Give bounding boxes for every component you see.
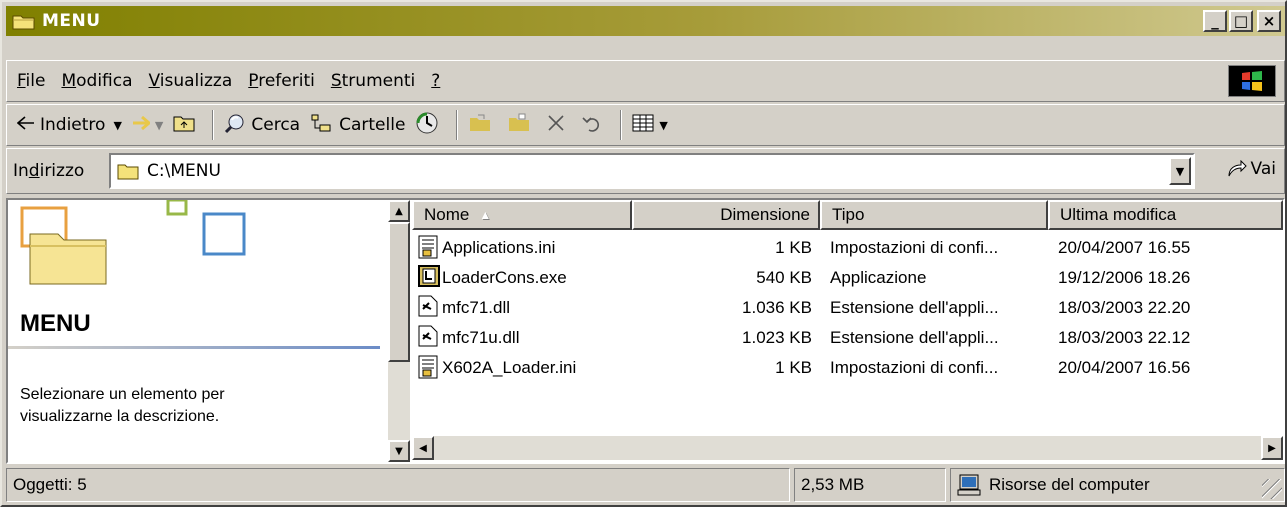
back-arrow-icon — [16, 115, 35, 135]
chevron-down-icon: ▼ — [659, 118, 668, 132]
resize-grip[interactable] — [1262, 479, 1282, 499]
menu-preferiti[interactable]: Preferiti — [248, 71, 315, 91]
pane-description: Selezionare un elemento per visualizzarn… — [20, 386, 225, 425]
column-header-modified[interactable]: Ultima modifica — [1048, 200, 1283, 230]
column-header-name[interactable]: Nome ▲ — [412, 200, 632, 230]
copy-to-button[interactable] — [507, 113, 536, 138]
scroll-left-button[interactable]: ◀ — [412, 436, 434, 460]
toolbar: Indietro ▼ ▼ Cerca Cartelle ▼ — [6, 104, 1285, 146]
file-list: Nome ▲ Dimensione Tipo Ultima modifica A… — [412, 200, 1283, 462]
chevron-down-icon: ▼ — [113, 118, 122, 132]
folder-banner-graphic — [20, 200, 246, 285]
file-row[interactable]: Applications.ini 1 KB Impostazioni di co… — [412, 234, 1283, 264]
dll-file-icon — [418, 295, 438, 319]
horizontal-scrollbar[interactable]: ◀ ▶ — [412, 436, 1283, 460]
menu-help[interactable]: ? — [431, 71, 440, 91]
go-arrow-icon — [1227, 160, 1247, 178]
undo-button[interactable] — [581, 114, 608, 137]
go-button[interactable]: Vai — [1227, 159, 1276, 179]
status-object-count: Oggetti: 5 — [6, 468, 790, 502]
up-folder-button[interactable] — [173, 114, 200, 137]
up-folder-icon — [173, 114, 195, 137]
pane-title: MENU — [20, 310, 91, 337]
delete-button[interactable] — [546, 113, 571, 138]
details-pane: MENU Selezionare un elemento per visuali… — [8, 200, 386, 462]
windows-logo-icon — [1228, 65, 1276, 97]
chevron-down-icon: ▼ — [154, 118, 164, 132]
maximize-button[interactable]: □ — [1229, 10, 1253, 32]
file-row[interactable]: LoaderCons.exe 540 KB Applicazione 19/12… — [412, 264, 1283, 294]
ini-file-icon — [418, 235, 438, 259]
search-button[interactable]: Cerca — [224, 112, 300, 139]
content-area: MENU Selezionare un elemento per visuali… — [6, 198, 1285, 464]
menu-modifica[interactable]: Modifica — [61, 71, 132, 91]
exe-file-icon — [418, 265, 440, 289]
arrow-left-icon: ◀ — [419, 442, 427, 454]
arrow-right-icon: ▶ — [1268, 442, 1276, 454]
undo-icon — [581, 114, 603, 137]
folder-icon — [12, 12, 36, 30]
status-bar: Oggetti: 5 2,53 MB Risorse del computer — [6, 468, 1285, 502]
column-header-type[interactable]: Tipo — [820, 200, 1048, 230]
forward-button[interactable]: ▼ — [132, 115, 163, 135]
status-zone: Risorse del computer — [950, 468, 1285, 502]
menu-visualizza[interactable]: Visualizza — [149, 71, 233, 91]
vertical-scrollbar[interactable]: ▲ ▼ — [388, 200, 410, 462]
address-dropdown-button[interactable]: ▼ — [1169, 157, 1191, 185]
views-grid-icon — [632, 114, 654, 137]
address-value: C:\MENU — [147, 161, 221, 181]
folders-button[interactable]: Cartelle — [310, 113, 405, 138]
address-label: Indirizzo — [13, 161, 85, 181]
file-row[interactable]: mfc71u.dll 1.023 KB Estensione dell'appl… — [412, 324, 1283, 354]
toolbar-separator — [620, 110, 623, 140]
column-header-size[interactable]: Dimensione — [632, 200, 820, 230]
close-button[interactable]: × — [1257, 10, 1281, 32]
sort-ascending-icon: ▲ — [479, 208, 492, 222]
arrow-down-icon: ▼ — [395, 445, 403, 457]
scroll-right-button[interactable]: ▶ — [1261, 436, 1283, 460]
copy-to-folder-icon — [507, 113, 531, 138]
folders-tree-icon — [310, 113, 334, 138]
address-bar: Indirizzo C:\MENU ▼ Vai — [6, 148, 1285, 194]
address-input[interactable]: C:\MENU ▼ — [109, 153, 1195, 189]
history-button[interactable] — [415, 111, 444, 140]
file-row[interactable]: mfc71.dll 1.036 KB Estensione dell'appli… — [412, 294, 1283, 324]
scroll-thumb[interactable] — [388, 222, 410, 362]
back-button[interactable]: Indietro ▼ — [16, 115, 122, 135]
menu-strumenti[interactable]: Strumenti — [331, 71, 415, 91]
toolbar-separator — [212, 110, 215, 140]
history-icon — [415, 111, 439, 140]
minimize-button[interactable]: _ — [1203, 10, 1227, 32]
scroll-up-button[interactable]: ▲ — [388, 200, 410, 222]
views-button[interactable]: ▼ — [632, 114, 668, 137]
search-icon — [224, 112, 246, 139]
chevron-down-icon: ▼ — [1175, 164, 1185, 178]
pane-divider — [8, 346, 380, 349]
title-bar[interactable]: MENU _ □ × — [6, 6, 1285, 36]
menu-file[interactable]: File — [17, 71, 45, 91]
delete-x-icon — [546, 113, 566, 138]
file-row[interactable]: X602A_Loader.ini 1 KB Impostazioni di co… — [412, 354, 1283, 384]
dll-file-icon — [418, 325, 438, 349]
folder-icon — [117, 162, 139, 180]
status-size: 2,53 MB — [794, 468, 946, 502]
move-to-button[interactable] — [468, 113, 497, 138]
window-title: MENU — [42, 11, 101, 31]
scroll-down-button[interactable]: ▼ — [388, 440, 410, 462]
menu-bar: File Modifica Visualizza Preferiti Strum… — [6, 60, 1285, 102]
explorer-window: MENU _ □ × File Modifica Visualizza Pref… — [0, 0, 1287, 507]
toolbar-separator — [456, 110, 459, 140]
ini-file-icon — [418, 355, 438, 379]
my-computer-icon — [957, 474, 981, 496]
forward-arrow-icon — [132, 115, 152, 135]
move-to-folder-icon — [468, 113, 492, 138]
arrow-up-icon: ▲ — [395, 205, 403, 217]
